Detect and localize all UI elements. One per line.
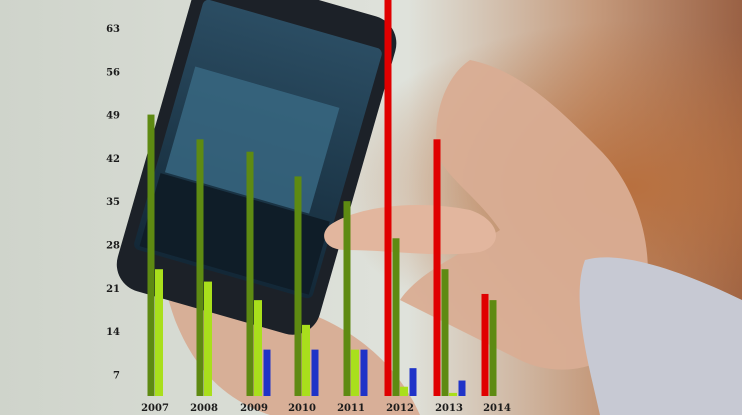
bar (294, 176, 302, 396)
bar (155, 269, 163, 396)
bars (147, 0, 497, 397)
bar-chart: 71421283542495663 2007 2008 2009 2010 2011 20… (106, 0, 511, 414)
x-tick-label: 2009 (240, 403, 268, 414)
x-axis: 2007 2008 2009 2010 2011 2012 2013 2014 (141, 403, 511, 414)
bar (409, 368, 417, 396)
bar (343, 201, 351, 396)
y-axis: 7 14 21 28 35 42 49 56 63 (106, 24, 120, 381)
y-tick-label: 35 (106, 197, 120, 208)
x-tick-label: 2012 (386, 403, 414, 414)
x-tick-label: 2008 (190, 403, 218, 414)
bar (147, 114, 155, 397)
bar (384, 0, 392, 396)
bar (351, 349, 359, 396)
bar (196, 139, 204, 396)
bar (263, 349, 271, 396)
bar (433, 139, 441, 396)
bar (441, 269, 449, 396)
bar (449, 392, 457, 396)
bar (392, 238, 400, 396)
bar (204, 281, 212, 396)
y-tick-label: 7 (113, 370, 120, 381)
bar (360, 349, 368, 396)
y-tick-label: 56 (106, 67, 120, 78)
y-tick-label: 14 (106, 327, 120, 338)
bar (302, 324, 310, 396)
y-tick-label: 49 (106, 111, 120, 122)
bar (481, 293, 489, 396)
bar (489, 300, 497, 396)
x-tick-label: 2014 (483, 403, 511, 414)
bar (400, 386, 408, 396)
x-tick-label: 2010 (288, 403, 316, 414)
x-tick-label: 2013 (435, 403, 463, 414)
x-tick-label: 2011 (337, 403, 365, 414)
y-tick-label: 63 (106, 24, 120, 35)
y-tick-label: 42 (106, 154, 120, 165)
x-tick-label: 2007 (141, 403, 169, 414)
bar (311, 349, 319, 396)
bar (246, 151, 254, 396)
y-tick-label: 21 (106, 284, 120, 295)
bar (254, 300, 262, 396)
bar (458, 380, 466, 396)
y-tick-label: 28 (106, 240, 120, 251)
